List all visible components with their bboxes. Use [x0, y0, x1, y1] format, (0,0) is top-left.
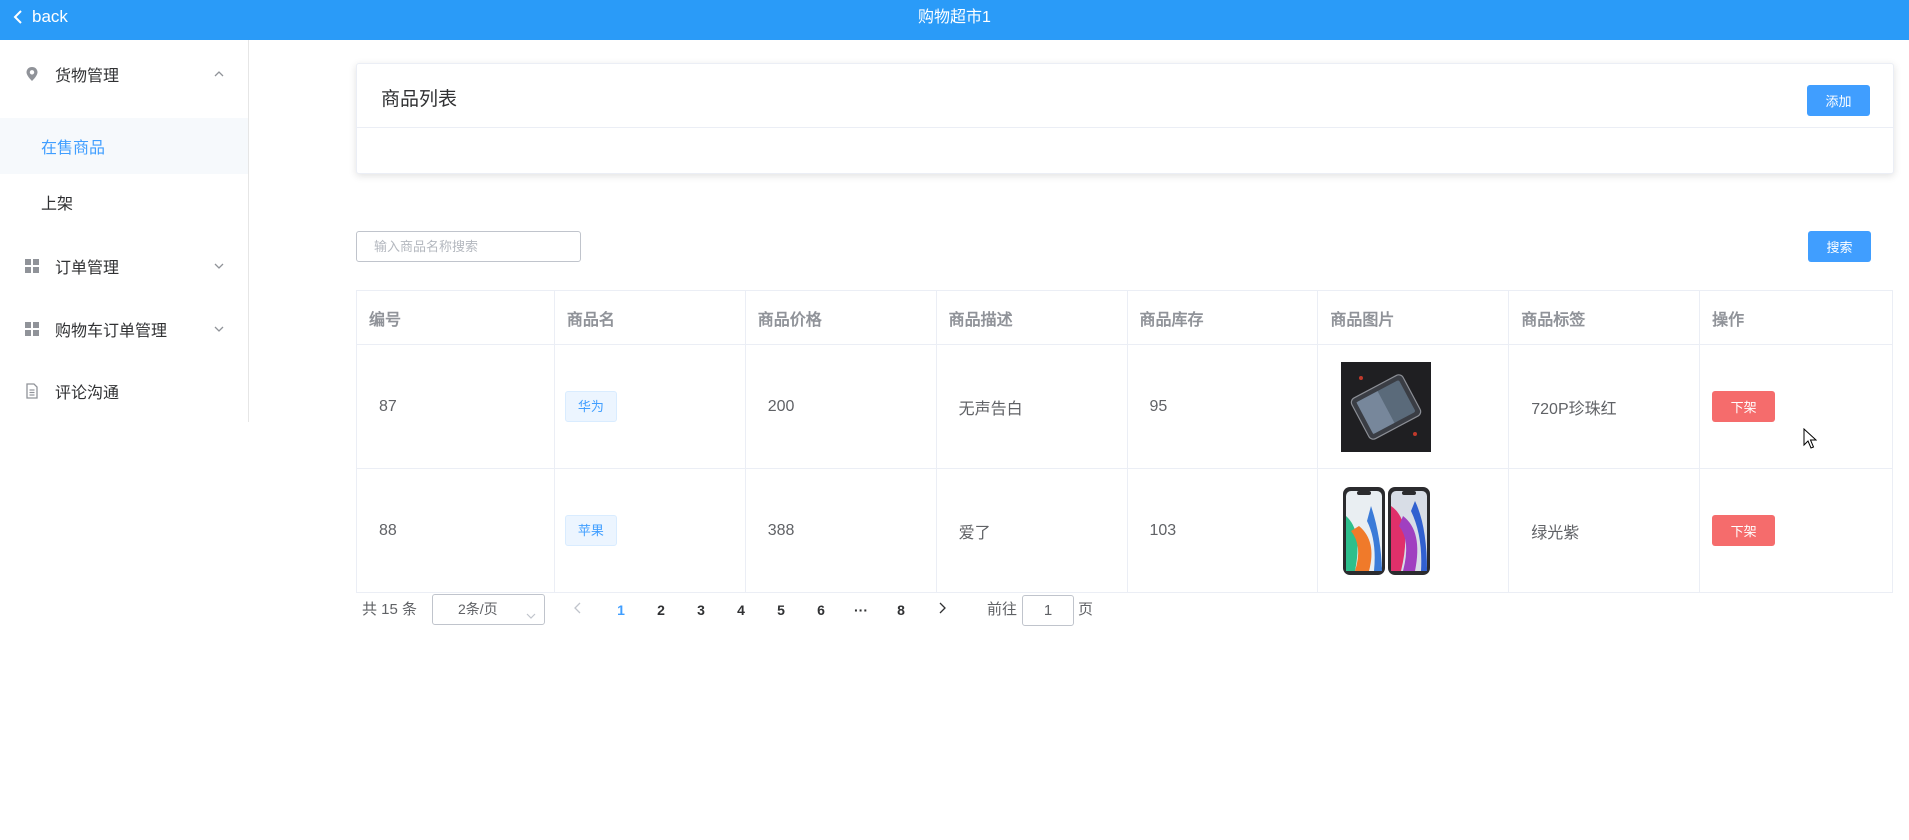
- sidebar-item-label: 在售商品: [41, 140, 106, 157]
- cell-desc: 爱了: [936, 469, 1128, 593]
- column-header: 商品价格: [745, 291, 937, 345]
- cell-stock: 95: [1127, 345, 1319, 469]
- chevron-down-icon: [214, 326, 224, 332]
- menu-label: 购物车订单管理: [55, 323, 168, 340]
- menu-label: 货物管理: [55, 68, 120, 85]
- search-input[interactable]: [356, 231, 581, 262]
- cell-image: [1318, 345, 1510, 469]
- cell-label: 720P珍珠红: [1509, 345, 1701, 469]
- chevron-right-icon: [939, 602, 946, 614]
- card-title: 商品列表: [381, 89, 458, 110]
- more-pages[interactable]: ···: [846, 594, 876, 626]
- page-number[interactable]: 2: [646, 594, 676, 626]
- page-size-value: 2条/页: [458, 601, 498, 617]
- cell-price: 200: [745, 345, 937, 469]
- menu-goods-management[interactable]: 货物管理: [0, 46, 248, 102]
- column-header: 商品名: [554, 291, 746, 345]
- page-number[interactable]: 4: [726, 594, 756, 626]
- column-header: 商品图片: [1318, 291, 1510, 345]
- chevron-down-icon: [526, 613, 536, 619]
- location-pin-icon: [26, 67, 38, 81]
- chevron-down-icon: [214, 263, 224, 269]
- app-title: 购物超市1: [918, 9, 991, 26]
- unlist-button[interactable]: 下架: [1712, 391, 1776, 422]
- sidebar-item-on-sale[interactable]: 在售商品: [0, 118, 248, 174]
- cell-label: 绿光紫: [1509, 469, 1701, 593]
- product-image-dark-phone: [1341, 361, 1432, 452]
- table-header: 编号 商品名 商品价格 商品描述 商品库存 商品图片 商品标签 操作: [357, 291, 1893, 345]
- cell-stock: 103: [1127, 469, 1319, 593]
- name-tag: 苹果: [564, 515, 617, 546]
- menu-comments[interactable]: 评论沟通: [0, 363, 248, 419]
- column-header: 编号: [357, 291, 555, 345]
- product-list-card: 商品列表 添加: [356, 63, 1894, 174]
- column-header: 商品标签: [1509, 291, 1701, 345]
- cell-id: 88: [357, 469, 555, 593]
- menu-label: 订单管理: [55, 260, 120, 277]
- goto-label: 前往: [987, 601, 1018, 618]
- grid-icon: [25, 259, 39, 273]
- unlist-button[interactable]: 下架: [1712, 515, 1776, 546]
- menu-cart-order-management[interactable]: 购物车订单管理: [0, 301, 248, 357]
- add-button[interactable]: 添加: [1807, 85, 1870, 116]
- pagination: 共 15 条 2条/页 1 2 3 4 5 6 ··· 8 前往 页: [356, 594, 1256, 626]
- sidebar-item-label: 上架: [41, 196, 74, 213]
- cell-name: 苹果: [554, 469, 746, 593]
- page-number[interactable]: 8: [886, 594, 916, 626]
- column-header: 操作: [1700, 291, 1893, 345]
- total-count: 共 15 条: [362, 601, 418, 618]
- cell-image: [1318, 469, 1510, 593]
- chevron-up-icon: [214, 71, 224, 77]
- card-header: 商品列表 添加: [357, 64, 1893, 128]
- next-page-button[interactable]: [927, 594, 957, 626]
- cell-action: 下架: [1700, 345, 1893, 469]
- cell-action: 下架: [1700, 469, 1893, 593]
- column-header: 商品库存: [1127, 291, 1319, 345]
- chevron-left-icon: [574, 602, 581, 614]
- page-size-select[interactable]: 2条/页: [432, 594, 545, 625]
- sidebar-item-shelve[interactable]: 上架: [0, 174, 248, 230]
- grid-icon: [25, 322, 39, 336]
- goto-page-input[interactable]: [1022, 595, 1074, 626]
- page-number[interactable]: 3: [686, 594, 716, 626]
- page-suffix: 页: [1078, 601, 1094, 618]
- menu-order-management[interactable]: 订单管理: [0, 238, 248, 294]
- mouse-cursor-icon: [1803, 428, 1817, 449]
- column-header: 商品描述: [936, 291, 1128, 345]
- cell-price: 388: [745, 469, 937, 593]
- product-image-two-phones: [1341, 485, 1432, 576]
- cell-name: 华为: [554, 345, 746, 469]
- top-bar: back 购物超市1: [0, 0, 1909, 40]
- table-row: 87 华为 200 无声告白 95 720P珍珠红 下架: [357, 345, 1893, 469]
- page-number[interactable]: 1: [606, 594, 636, 626]
- cell-id: 87: [357, 345, 555, 469]
- menu-label: 评论沟通: [55, 385, 120, 402]
- page-number[interactable]: 5: [766, 594, 796, 626]
- name-tag: 华为: [564, 391, 617, 422]
- sidebar-menu: 货物管理 在售商品 上架 订单管理 购物车订单管理 评论沟通: [0, 40, 249, 422]
- prev-page-button[interactable]: [563, 594, 593, 626]
- cell-desc: 无声告白: [936, 345, 1128, 469]
- document-icon: [26, 383, 38, 399]
- product-table: 编号 商品名 商品价格 商品描述 商品库存 商品图片 商品标签 操作 87 华为…: [356, 290, 1893, 593]
- search-button[interactable]: 搜索: [1808, 231, 1871, 262]
- table-row: 88 苹果 388 爱了 103 绿光紫 下架: [357, 469, 1893, 593]
- page-number[interactable]: 6: [806, 594, 836, 626]
